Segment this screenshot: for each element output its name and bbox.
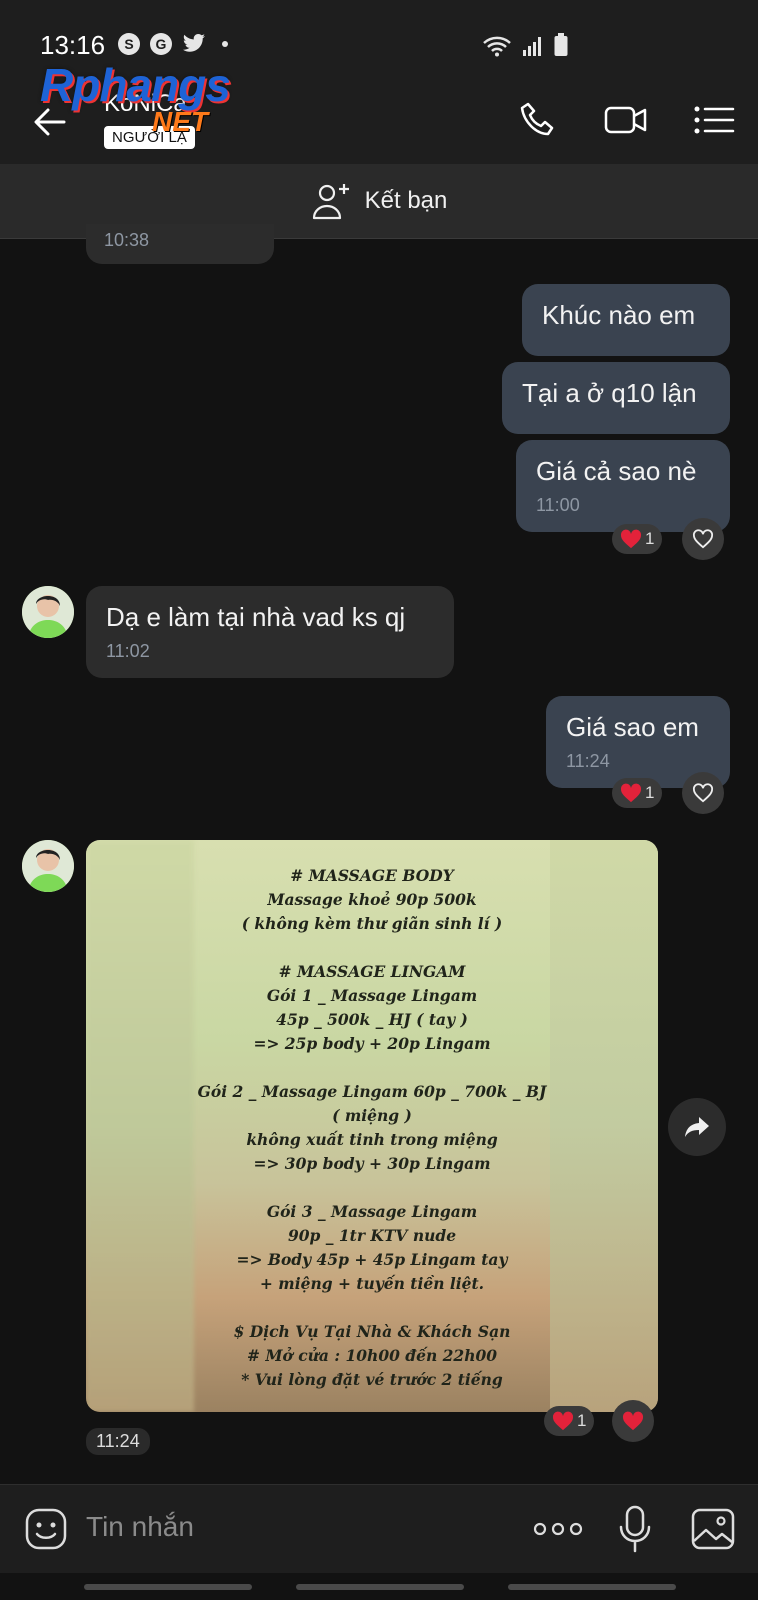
message-input[interactable]: Tin nhắn [86,1511,194,1543]
microphone-icon[interactable] [618,1505,652,1553]
react-button[interactable] [682,518,724,560]
heart-outline-icon [692,783,714,803]
status-bar: 13:16 S G [0,0,758,78]
video-call-icon[interactable] [604,98,648,142]
image-message[interactable]: # MASSAGE BODY Massage khoẻ 90p 500k ( khô… [86,840,658,1412]
reaction-count: 1 [577,1411,587,1430]
react-button[interactable] [612,1400,654,1442]
poster-line: # Mở cửa : 10h00 đến 22h00 [246,1346,498,1365]
stranger-badge: NGƯỜI LẠ [104,126,195,149]
add-person-icon [312,184,349,220]
contact-name[interactable]: KoNiCa [104,90,187,118]
status-notification-icons: S G [118,33,228,55]
message-received[interactable]: Dạ e làm tại nhà vad ks qj 11:02 [86,586,454,678]
poster-line: Gói 1 _ Massage Lingam [266,986,478,1005]
back-arrow-icon[interactable] [28,100,72,144]
message-time: 10:38 [104,230,150,250]
price-poster: # MASSAGE BODY Massage khoẻ 90p 500k ( khô… [194,840,550,1412]
nav-recents-handle[interactable] [508,1584,676,1590]
avatar-image [22,586,74,638]
poster-line: Gói 2 _ Massage Lingam 60p _ 700k _ BJ [197,1082,547,1101]
poster-line: => Body 45p + 45p Lingam tay [236,1250,508,1269]
message-text: Dạ e làm tại nhà vad ks qj [106,602,406,632]
more-options-icon[interactable] [532,1517,584,1541]
reaction-badge[interactable]: 1 [612,778,663,808]
reaction-count: 1 [645,529,655,548]
battery-icon [554,33,568,56]
poster-line: * Vui lòng đặt vé trước 2 tiếng [241,1370,503,1389]
poster-line: + miệng + tuyến tiền liệt. [259,1274,485,1293]
message-text: Khúc nào em [542,300,696,330]
poster-line: không xuất tinh trong miệng [246,1130,498,1149]
poster-line: 90p _ 1tr KTV nude [287,1226,457,1245]
message-received-partial[interactable]: 10:38 [86,224,274,264]
heart-icon [620,783,642,803]
more-notifications-dot [222,41,228,47]
poster-line: ( miệng ) [332,1106,412,1125]
signal-icon [523,37,541,56]
chat-header: KoNiCa NGƯỜI LẠ [0,78,758,164]
add-friend-label: Kết bạn [364,187,448,214]
status-time: 13:16 [40,30,106,60]
poster-line [194,936,550,960]
image-blur-left [86,840,194,1412]
message-time: 11:24 [566,751,610,771]
sticker-icon[interactable] [24,1507,68,1551]
poster-line: ( không kèm thư giãn sinh lí ) [241,914,503,933]
share-arrow-icon [685,1117,709,1137]
poster-line: Massage khoẻ 90p 500k [267,890,477,909]
poster-line: # MASSAGE BODY [290,866,454,885]
message-time: 11:02 [106,641,150,661]
message-sent[interactable]: Tại a ở q10 lận [502,362,730,434]
reaction-badge[interactable]: 1 [612,524,663,554]
react-button[interactable] [682,772,724,814]
nav-home-handle[interactable] [296,1584,464,1590]
poster-line [194,1056,550,1080]
poster-line: # MASSAGE LINGAM [278,962,466,981]
contact-avatar[interactable] [22,586,74,638]
heart-outline-icon [692,529,714,549]
poster-line [194,1176,550,1200]
status-system-icons [482,33,568,57]
message-text: Giá sao em [566,712,699,742]
poster-line: => 25p body + 20p Lingam [253,1034,491,1053]
contact-avatar[interactable] [22,840,74,892]
message-time: 11:00 [536,495,580,515]
message-sent[interactable]: Khúc nào em [522,284,730,356]
google-icon: G [150,33,172,55]
poster-line: 45p _ 500k _ HJ ( tay ) [276,1010,468,1029]
heart-icon [622,1411,644,1431]
poster-line: Gói 3 _ Massage Lingam [266,1202,478,1221]
share-button[interactable] [668,1098,726,1156]
image-blur-right [550,840,658,1412]
photo-icon[interactable] [690,1507,736,1551]
poster-line [194,1296,550,1320]
heart-icon [620,529,642,549]
message-text: Giá cả sao nè [536,456,697,486]
menu-icon[interactable] [692,98,736,142]
image-message-time: 11:24 [86,1428,150,1455]
poster-line: $ Dịch Vụ Tại Nhà & Khách Sạn [233,1322,511,1341]
twitter-icon [183,34,205,52]
message-input-bar: Tin nhắn [0,1484,758,1573]
reaction-badge[interactable]: 1 [544,1406,595,1436]
avatar-image [22,840,74,892]
s-app-icon: S [118,33,140,55]
wifi-icon [483,36,511,57]
poster-line: => 30p body + 30p Lingam [253,1154,491,1173]
phone-call-icon[interactable] [516,98,560,142]
nav-back-handle[interactable] [84,1584,252,1590]
heart-icon [552,1411,574,1431]
reaction-count: 1 [645,783,655,802]
message-text: Tại a ở q10 lận [522,378,697,408]
